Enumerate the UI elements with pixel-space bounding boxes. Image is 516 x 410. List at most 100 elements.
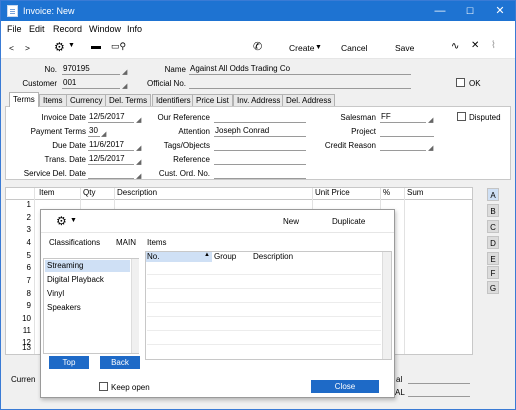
- project-field[interactable]: [380, 126, 434, 137]
- paste-special-icon[interactable]: ◢: [122, 83, 129, 90]
- matrix-page-g[interactable]: G: [487, 281, 499, 294]
- name-field[interactable]: Against All Odds Trading Co: [189, 64, 411, 75]
- menu-file[interactable]: File: [7, 24, 22, 34]
- list-item-speakers[interactable]: Speakers: [45, 302, 130, 314]
- tab-items[interactable]: Items: [39, 94, 67, 106]
- menu-record[interactable]: Record: [53, 24, 82, 34]
- matrix-page-a[interactable]: A: [487, 188, 499, 201]
- row-number[interactable]: 7: [13, 276, 31, 285]
- total-field-2[interactable]: [408, 386, 470, 397]
- row-number[interactable]: 3: [13, 225, 31, 234]
- tab-price-list[interactable]: Price List: [192, 94, 233, 106]
- sort-ascending-icon[interactable]: ▲: [204, 252, 210, 258]
- paste-special-icon[interactable]: ◢: [136, 117, 143, 124]
- trans-date-field[interactable]: 12/5/2017: [88, 154, 134, 165]
- phone-icon[interactable]: ✆: [253, 40, 262, 53]
- row-number[interactable]: 5: [13, 251, 31, 260]
- classification-scrollbar[interactable]: [131, 259, 139, 353]
- official-no-field[interactable]: [189, 78, 411, 89]
- matrix-page-f[interactable]: F: [487, 266, 499, 279]
- print-preview-icon[interactable]: ▭⚲: [111, 41, 126, 52]
- paste-special-icon[interactable]: ◢: [136, 173, 143, 180]
- tags-objects-field[interactable]: [214, 140, 306, 151]
- maximize-button[interactable]: ☐: [455, 1, 485, 21]
- main-label[interactable]: MAIN: [116, 238, 136, 247]
- row-number[interactable]: 2: [13, 213, 31, 222]
- back-button[interactable]: Back: [100, 356, 140, 369]
- next-record-icon[interactable]: >: [25, 43, 30, 53]
- matrix-page-c[interactable]: C: [487, 220, 499, 233]
- items-label[interactable]: Items: [147, 238, 167, 247]
- due-date-field[interactable]: 11/6/2017: [88, 140, 134, 151]
- matrix-page-b[interactable]: B: [487, 204, 499, 217]
- new-button[interactable]: New: [283, 217, 299, 226]
- close-window-button[interactable]: ✕: [485, 1, 515, 21]
- no-field[interactable]: 970195: [62, 64, 120, 75]
- attention-field[interactable]: Joseph Conrad: [214, 126, 306, 137]
- cust-ord-no-field[interactable]: [214, 168, 306, 179]
- close-button[interactable]: Close: [311, 380, 379, 393]
- credit-reason-field[interactable]: [380, 140, 426, 151]
- gear-dropdown-icon[interactable]: ▼: [70, 217, 77, 224]
- ok-checkbox[interactable]: [456, 78, 465, 87]
- service-del-date-field[interactable]: [88, 168, 134, 179]
- previous-record-icon[interactable]: <: [9, 43, 14, 53]
- keep-open-checkbox[interactable]: [99, 382, 108, 391]
- row-number[interactable]: 10: [13, 314, 31, 323]
- minimize-button[interactable]: —: [425, 1, 455, 21]
- duplicate-button[interactable]: Duplicate: [332, 217, 365, 226]
- paste-special-icon[interactable]: ◢: [136, 159, 143, 166]
- row-number[interactable]: 4: [13, 238, 31, 247]
- disputed-checkbox[interactable]: [457, 112, 466, 121]
- paste-special-icon[interactable]: ◢: [428, 117, 435, 124]
- row-number[interactable]: 6: [13, 263, 31, 272]
- row-number[interactable]: 13: [13, 343, 31, 352]
- link-icon[interactable]: ✕: [471, 40, 479, 51]
- tab-identifiers[interactable]: Identifiers: [152, 94, 195, 106]
- menu-window[interactable]: Window: [89, 24, 121, 34]
- attachment-icon[interactable]: ⌇: [491, 40, 496, 51]
- top-button[interactable]: Top: [49, 356, 89, 369]
- classifications-label[interactable]: Classifications: [49, 238, 100, 247]
- salesman-field[interactable]: FF: [380, 112, 426, 123]
- items-grid-scrollbar[interactable]: [382, 252, 391, 359]
- our-reference-field[interactable]: [214, 112, 306, 123]
- print-icon[interactable]: ▬: [91, 41, 101, 52]
- save-button[interactable]: Save: [395, 43, 414, 53]
- cancel-button[interactable]: Cancel: [341, 43, 367, 53]
- matrix-page-e[interactable]: E: [487, 252, 499, 265]
- row-number[interactable]: 11: [13, 326, 31, 335]
- paste-special-icon[interactable]: ◢: [101, 131, 108, 138]
- grid-header-no[interactable]: No.: [147, 252, 159, 261]
- reference-field[interactable]: [214, 154, 306, 165]
- list-item-vinyl[interactable]: Vinyl: [45, 288, 130, 300]
- activity-icon[interactable]: ∿: [451, 41, 459, 52]
- invoice-date-field[interactable]: 12/5/2017: [88, 112, 134, 123]
- grid-header-description[interactable]: Description: [253, 252, 293, 261]
- list-item-streaming[interactable]: Streaming: [45, 260, 130, 272]
- tab-currency[interactable]: Currency: [66, 94, 107, 106]
- create-button[interactable]: Create: [289, 43, 315, 53]
- paste-special-icon[interactable]: ◢: [122, 69, 129, 76]
- paste-special-icon[interactable]: ◢: [136, 145, 143, 152]
- row-number[interactable]: 8: [13, 289, 31, 298]
- tab-inv-address[interactable]: Inv. Address: [233, 94, 285, 106]
- gear-dropdown-icon[interactable]: ▼: [68, 42, 75, 49]
- row-number[interactable]: 9: [13, 301, 31, 310]
- row-number[interactable]: 1: [13, 200, 31, 209]
- grid-header-group[interactable]: Group: [214, 252, 236, 261]
- paste-special-icon[interactable]: ◢: [428, 145, 435, 152]
- payment-terms-field[interactable]: 30: [88, 126, 100, 137]
- matrix-page-d[interactable]: D: [487, 236, 499, 249]
- customer-field[interactable]: 001: [62, 78, 120, 89]
- tab-del-address[interactable]: Del. Address: [282, 94, 336, 106]
- gear-icon[interactable]: ⚙: [56, 214, 67, 228]
- total-field-1[interactable]: [408, 373, 470, 384]
- tab-terms[interactable]: Terms: [9, 92, 39, 107]
- create-dropdown-icon[interactable]: ▼: [315, 44, 322, 51]
- menu-edit[interactable]: Edit: [29, 24, 45, 34]
- gear-icon[interactable]: ⚙: [54, 40, 65, 54]
- menu-info[interactable]: Info: [127, 24, 142, 34]
- tab-del-terms[interactable]: Del. Terms: [105, 94, 152, 106]
- list-item-digital-playback[interactable]: Digital Playback: [45, 274, 130, 286]
